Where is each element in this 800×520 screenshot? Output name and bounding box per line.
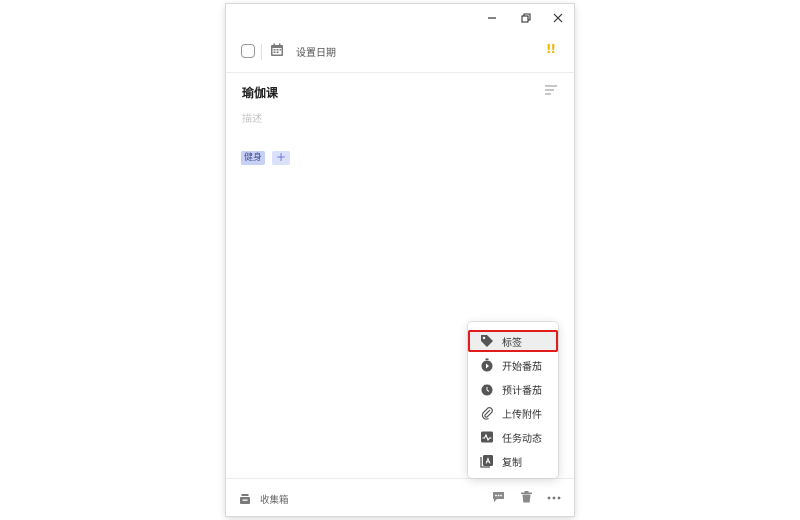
restore-button[interactable] [516,8,536,28]
menu-item-duplicate[interactable]: 复制 [468,450,558,472]
task-checkbox[interactable] [241,44,255,58]
add-tag-button[interactable]: + [272,151,290,165]
tomato-icon [481,384,493,396]
comment-icon[interactable] [492,491,505,503]
set-date-button[interactable]: 设置日期 [296,44,336,59]
menu-item-estimate-pomodoro[interactable]: 预计番茄 [468,378,558,400]
menu-item-start-pomodoro[interactable]: 开始番茄 [468,354,558,376]
menu-item-task-activity[interactable]: 任务动态 [468,426,558,448]
divider [261,44,262,60]
duplicate-icon [480,455,493,468]
menu-item-upload-attachment[interactable]: 上传附件 [468,402,558,424]
task-title[interactable]: 瑜伽课 [242,84,278,101]
minimize-button[interactable] [482,8,502,28]
activity-icon [481,431,493,443]
close-icon [553,13,563,23]
close-button[interactable] [548,8,568,28]
inbox-icon [240,494,250,504]
description-field[interactable]: 描述 [242,110,262,125]
bottom-bar: 收集箱 [226,478,574,517]
restore-icon [521,13,531,23]
task-toolbar: 设置日期 !! [226,34,574,73]
paperclip-icon [481,407,493,420]
more-icon[interactable] [547,496,561,500]
trash-icon[interactable] [521,491,532,503]
more-options-menu: 标签 开始番茄 预计番茄 上传附件 任务动态 复制 [468,322,558,478]
list-options-icon[interactable] [545,85,557,95]
project-selector[interactable]: 收集箱 [260,492,289,506]
tag-chip[interactable]: 健身 [241,151,266,165]
timer-play-icon [481,358,493,372]
title-bar [226,4,574,30]
minimize-icon [488,17,496,19]
tag-icon [481,335,493,347]
priority-icon[interactable]: !! [546,42,556,56]
menu-item-tag[interactable]: 标签 [468,330,558,352]
calendar-icon[interactable] [270,43,284,57]
